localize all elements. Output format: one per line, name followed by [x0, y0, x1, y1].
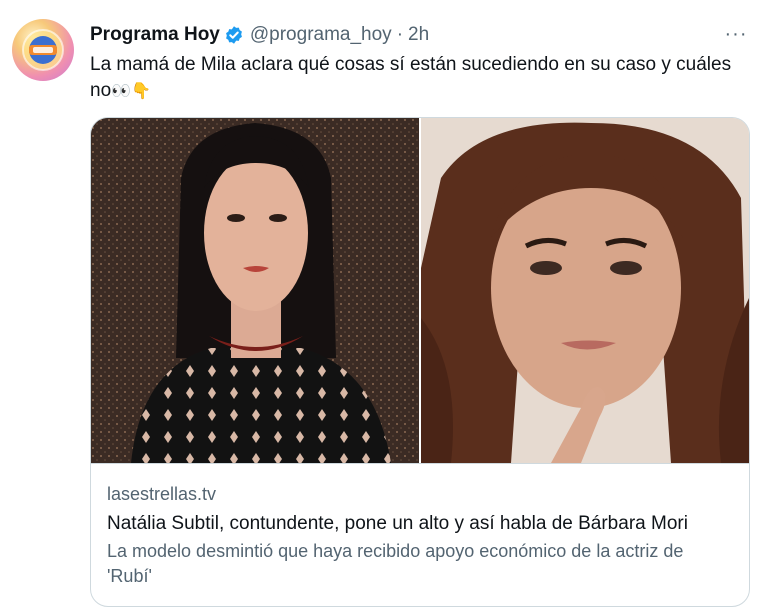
woman-selfie-image: [421, 118, 749, 463]
tweet-body: La mamá de Mila aclara qué cosas sí está…: [90, 54, 732, 101]
tweet-header: Programa Hoy @programa_hoy · 2h: [90, 22, 708, 48]
verified-badge-icon: [224, 25, 244, 45]
display-name[interactable]: Programa Hoy: [90, 24, 220, 46]
avatar[interactable]: [12, 19, 74, 81]
card-info[interactable]: lasestrellas.tv Natália Subtil, contunde…: [91, 463, 749, 606]
link-card[interactable]: lasestrellas.tv Natália Subtil, contunde…: [90, 117, 750, 607]
card-description: La modelo desmintió que haya recibido ap…: [107, 541, 684, 586]
card-domain: lasestrellas.tv: [107, 484, 217, 504]
tweet-text: La mamá de Mila aclara qué cosas sí está…: [90, 52, 750, 104]
programa-hoy-logo: [22, 29, 64, 71]
photo-left[interactable]: [91, 118, 419, 463]
woman-portrait-image: [91, 118, 419, 463]
card-media[interactable]: [91, 118, 749, 463]
photo-right[interactable]: [421, 118, 749, 463]
card-title: Natália Subtil, contundente, pone un alt…: [107, 513, 688, 534]
timestamp[interactable]: 2h: [408, 24, 429, 46]
tweet-emojis: 👀👇: [111, 81, 151, 100]
handle[interactable]: @programa_hoy: [250, 24, 392, 46]
more-options-icon[interactable]: ···: [724, 22, 748, 46]
separator: ·: [396, 24, 404, 45]
